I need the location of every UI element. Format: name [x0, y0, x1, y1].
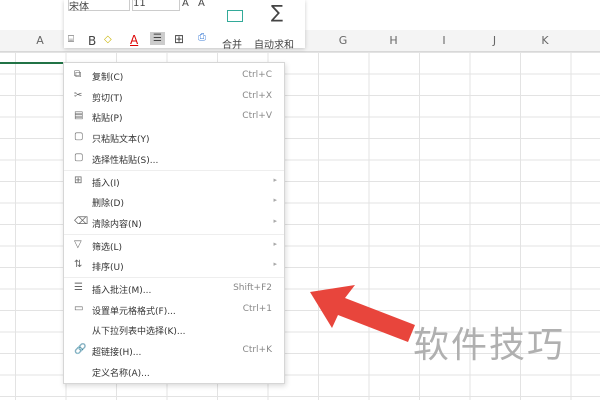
- mini-toolbar: 宋体 11 A A ⌸ B ◇ A ☰ ⊞ ⎙ 合并 ∑ 自动求和: [64, 0, 305, 51]
- selected-cell-indicator: [0, 62, 65, 64]
- menu-item-shortcut: Shift+F2: [233, 283, 272, 293]
- menu-item-shortcut: Ctrl+1: [242, 303, 272, 314]
- bold-button[interactable]: B: [88, 34, 96, 48]
- font-size-select[interactable]: 11: [132, 0, 180, 11]
- copy-icon: ⧉: [74, 69, 82, 80]
- menu-item-label: 筛选(L): [92, 242, 123, 253]
- menu-item-label: 设置单元格格式(F)...: [92, 306, 176, 317]
- menu-item-label: 粘贴(P): [92, 114, 123, 125]
- fill-color-button[interactable]: ◇: [104, 34, 112, 45]
- menu-item-label: 超链接(H)...: [92, 348, 142, 359]
- column-header-K[interactable]: K: [520, 34, 570, 47]
- menu-item[interactable]: ☰ 插入批注(M)... Shift+F2: [64, 278, 284, 299]
- menu-item[interactable]: ▤ 粘贴(P) Ctrl+V: [64, 106, 284, 127]
- column-header-J[interactable]: J: [470, 34, 520, 47]
- paste-icon: ▤: [74, 110, 84, 122]
- menu-item[interactable]: ▢ 只粘贴文本(Y): [64, 127, 284, 148]
- sort-icon: ⇅: [74, 259, 83, 271]
- menu-item[interactable]: ⧉ 复制(C) Ctrl+C: [64, 65, 284, 86]
- clear-icon: ⌫: [74, 215, 89, 227]
- cut-icon: ✂: [74, 89, 83, 101]
- menu-item[interactable]: 定义名称(A)...: [64, 361, 284, 382]
- paste-special-icon: ▢: [74, 151, 84, 163]
- menu-item-label: 插入(I): [92, 178, 120, 189]
- align-button[interactable]: ☰: [150, 32, 165, 45]
- menu-item[interactable]: ⌫ 清除内容(N) ▸: [64, 212, 284, 233]
- column-header-G[interactable]: G: [318, 34, 368, 47]
- format-painter-icon[interactable]: ⎙: [198, 32, 206, 43]
- menu-item-label: 删除(D): [92, 199, 124, 210]
- submenu-arrow-icon: ▸: [273, 216, 277, 225]
- font-select[interactable]: 宋体: [68, 0, 130, 13]
- menu-item-shortcut: Ctrl+C: [242, 70, 272, 80]
- menu-item-label: 选择性粘贴(S)...: [92, 155, 159, 166]
- menu-item[interactable]: ⊞ 插入(I) ▸: [64, 171, 284, 192]
- menu-item-shortcut: Ctrl+V: [242, 111, 272, 122]
- shrink-font-button[interactable]: A: [198, 0, 205, 9]
- column-header-H[interactable]: H: [369, 34, 419, 47]
- menu-item-label: 复制(C): [92, 73, 124, 83]
- menu-item-shortcut: Ctrl+K: [242, 345, 272, 356]
- submenu-arrow-icon: ▸: [273, 260, 277, 269]
- menu-item-label: 清除内容(N): [92, 219, 142, 230]
- merge-button[interactable]: 合并: [222, 36, 242, 51]
- menu-item[interactable]: 从下拉列表中选择(K)...: [64, 319, 284, 340]
- submenu-arrow-icon: ▸: [273, 196, 277, 205]
- paste-text-icon: ▢: [74, 131, 84, 143]
- format-icon[interactable]: ⌸: [68, 34, 74, 45]
- border-button[interactable]: ⊞: [174, 32, 184, 46]
- sum-icon: ∑: [271, 2, 284, 23]
- red-arrow: [310, 285, 415, 342]
- format-cells-icon: ▭: [74, 302, 84, 314]
- submenu-arrow-icon: ▸: [273, 175, 277, 184]
- insert-icon: ⊞: [74, 174, 83, 186]
- menu-item-label: 定义名称(A)...: [92, 368, 150, 379]
- grow-font-button[interactable]: A: [182, 0, 189, 9]
- filter-icon: ▽: [74, 238, 82, 250]
- menu-item-label: 只粘贴文本(Y): [92, 135, 150, 146]
- autosum-button[interactable]: 自动求和: [254, 36, 294, 51]
- menu-item-label: 剪切(T): [92, 93, 123, 104]
- submenu-arrow-icon: ▸: [273, 239, 277, 248]
- menu-item[interactable]: ✂ 剪切(T) Ctrl+X: [64, 86, 284, 107]
- column-header-I[interactable]: I: [419, 34, 469, 47]
- font-color-button[interactable]: A: [130, 33, 138, 47]
- merge-icon: [227, 10, 243, 22]
- menu-item-label: 插入批注(M)...: [92, 286, 152, 296]
- menu-item[interactable]: 🔗 超链接(H)... Ctrl+K: [64, 340, 284, 361]
- comment-icon: ☰: [74, 282, 83, 293]
- menu-item[interactable]: ▽ 筛选(L) ▸: [64, 235, 284, 256]
- menu-item-shortcut: Ctrl+X: [242, 90, 272, 101]
- menu-item[interactable]: ⇅ 排序(U) ▸: [64, 255, 284, 276]
- menu-item-label: 从下拉列表中选择(K)...: [92, 327, 186, 338]
- watermark: 软件技巧: [413, 325, 566, 366]
- menu-item[interactable]: 删除(D) ▸: [64, 191, 284, 212]
- menu-item[interactable]: ▭ 设置单元格格式(F)... Ctrl+1: [64, 299, 284, 320]
- column-header-A[interactable]: A: [15, 34, 65, 47]
- context-menu: ⧉ 复制(C) Ctrl+C ✂ 剪切(T) Ctrl+X ▤ 粘贴(P) Ctrl+V ▢ 只粘贴…: [63, 62, 285, 384]
- menu-item[interactable]: ▢ 选择性粘贴(S)...: [64, 148, 284, 169]
- link-icon: 🔗: [74, 344, 87, 356]
- menu-item-label: 排序(U): [92, 263, 124, 274]
